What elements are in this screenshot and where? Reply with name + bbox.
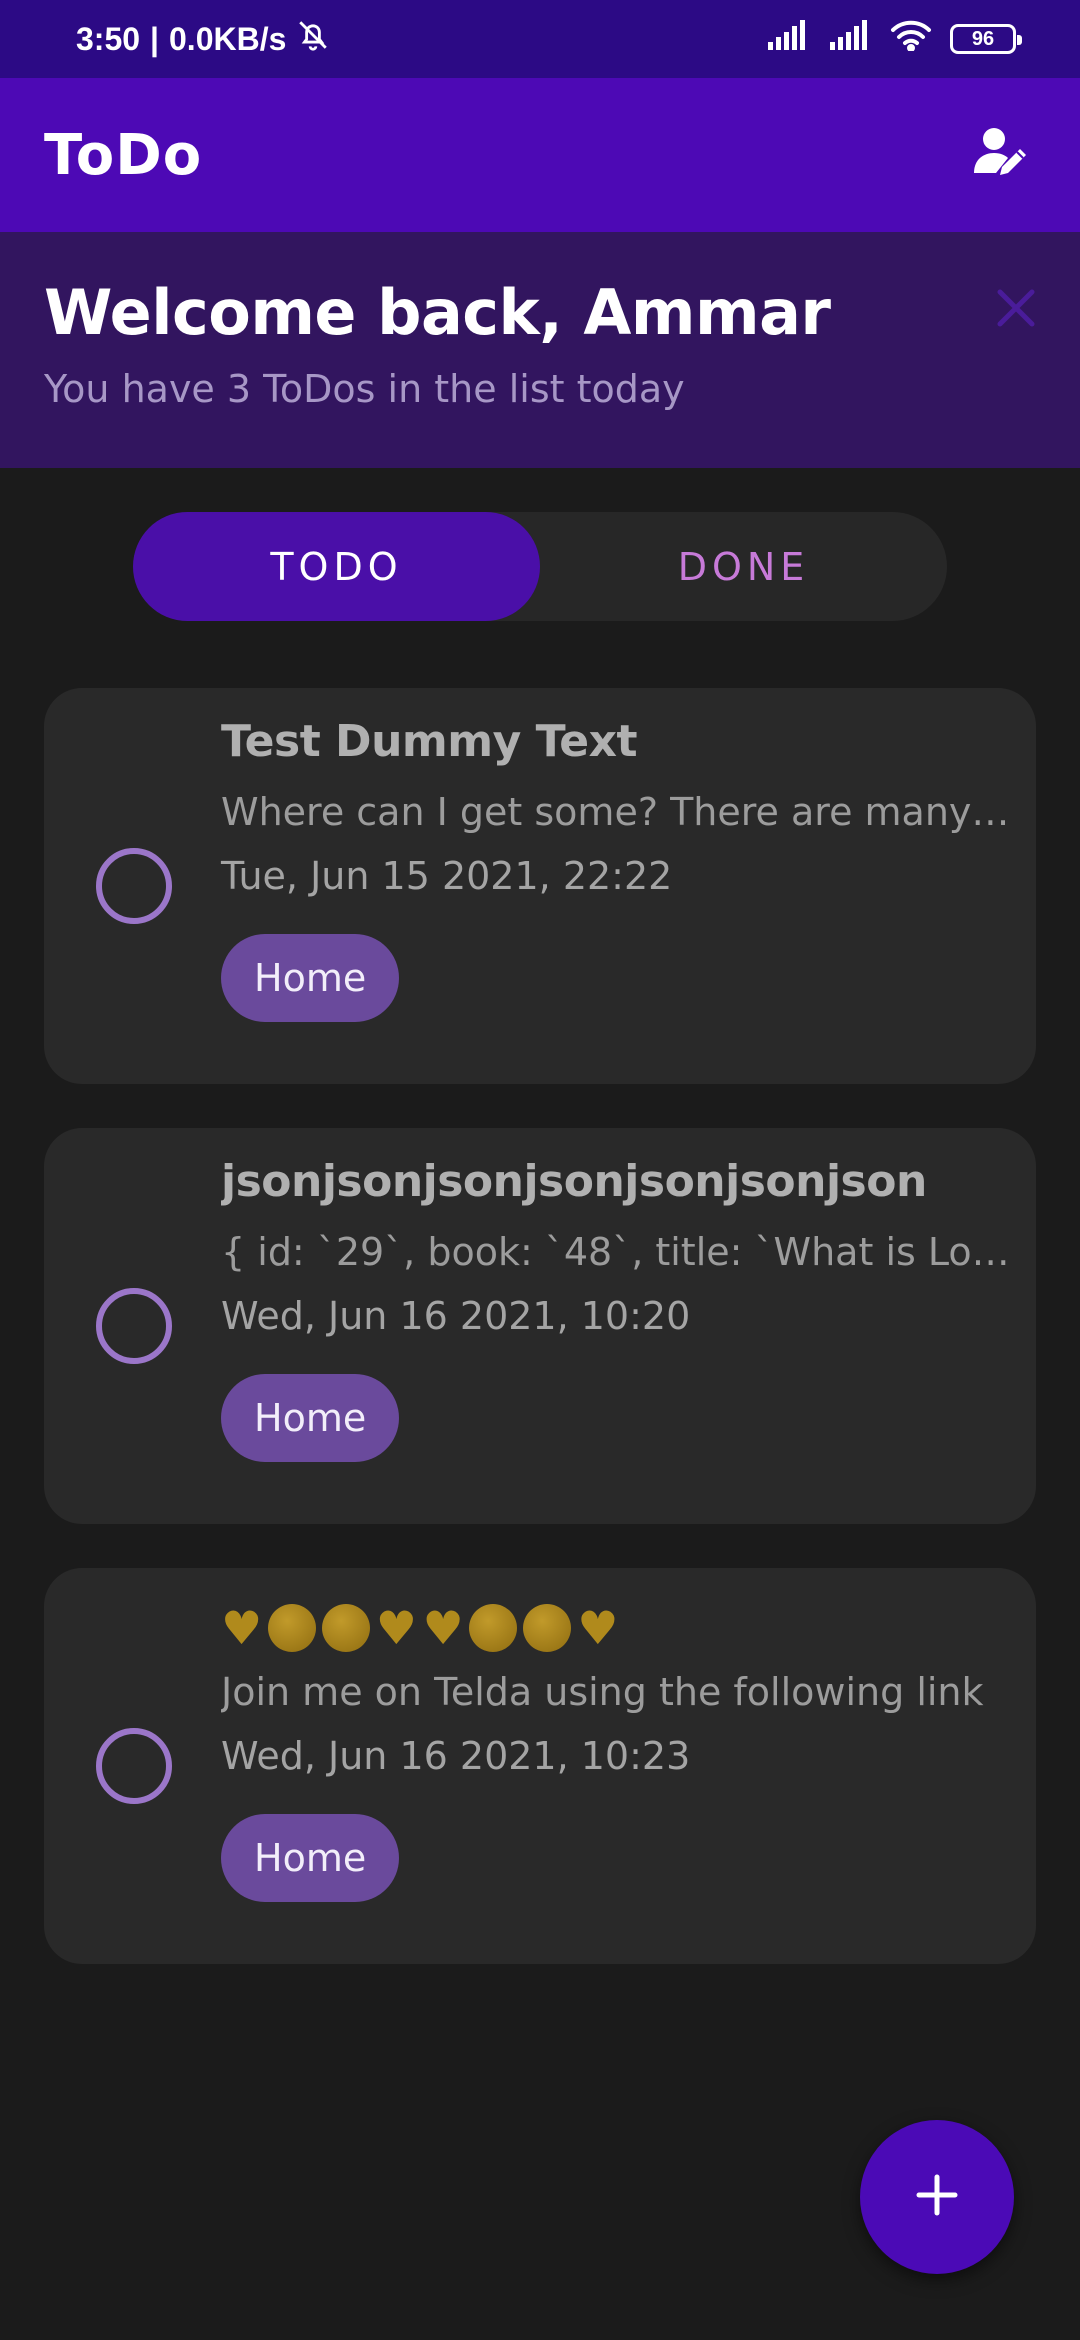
app-title: ToDo (44, 122, 203, 188)
todo-card-body: jsonjsonjsonjsonjsonjsonjson { id: `29`,… (221, 1156, 1021, 1462)
todo-card[interactable]: ♥ ♥ ♥ ♥ Join me on Telda using the follo… (44, 1568, 1036, 1964)
tag-chip[interactable]: Home (221, 1374, 400, 1462)
complete-checkbox[interactable] (96, 848, 172, 924)
bell-off-icon (296, 18, 330, 60)
close-icon (994, 286, 1038, 334)
todo-card-body: ♥ ♥ ♥ ♥ Join me on Telda using the follo… (221, 1596, 1021, 1902)
yellow-circle-icon (321, 1604, 370, 1652)
tab-done[interactable]: DONE (540, 512, 947, 621)
welcome-subtitle: You have 3 ToDos in the list today (44, 367, 685, 411)
battery-level: 96 (971, 27, 995, 50)
yellow-circle-icon (469, 1604, 518, 1652)
add-todo-button[interactable] (860, 2120, 1014, 2274)
tag-chip[interactable]: Home (221, 934, 400, 1022)
todo-title: jsonjsonjsonjsonjsonjsonjson (221, 1156, 927, 1207)
status-separator: | (150, 20, 159, 57)
welcome-title: Welcome back, Ammar (44, 276, 831, 349)
wifi-icon (890, 19, 932, 59)
tab-todo[interactable]: TODO (133, 512, 540, 621)
todo-card[interactable]: Test Dummy Text Where can I get some? Th… (44, 688, 1036, 1084)
todo-date: Wed, Jun 16 2021, 10:23 (221, 1734, 691, 1778)
yellow-heart-icon: ♥ (221, 1601, 262, 1655)
status-time: 3:50 (76, 20, 141, 57)
app-bar: ToDo (0, 78, 1080, 232)
battery-icon: 96 (950, 24, 1022, 54)
yellow-circle-icon (267, 1604, 316, 1652)
plus-icon (913, 2171, 961, 2223)
status-left: 3:50 | 0.0KB/s (76, 18, 330, 60)
todo-title: ♥ ♥ ♥ ♥ (221, 1596, 1021, 1660)
todo-description: Where can I get some? There are many var… (221, 790, 1021, 834)
complete-checkbox[interactable] (96, 1288, 172, 1364)
todo-date: Tue, Jun 15 2021, 22:22 (221, 854, 673, 898)
welcome-banner: Welcome back, Ammar You have 3 ToDos in … (0, 232, 1080, 468)
status-network-speed: 0.0KB/s (169, 20, 287, 57)
todo-done-toggle: TODO DONE (133, 512, 947, 621)
signal-icon (766, 20, 810, 58)
yellow-heart-icon: ♥ (577, 1601, 618, 1655)
todo-title: Test Dummy Text (221, 716, 638, 767)
user-edit-icon (970, 123, 1030, 187)
status-bar: 3:50 | 0.0KB/s 96 (0, 0, 1080, 78)
signal-icon (828, 20, 872, 58)
todo-date: Wed, Jun 16 2021, 10:20 (221, 1294, 691, 1338)
todo-description: { id: `29`, book: `48`, title: `What is … (221, 1230, 1021, 1274)
status-right: 96 (766, 19, 1022, 59)
dismiss-banner-button[interactable] (978, 272, 1054, 348)
todo-card[interactable]: jsonjsonjsonjsonjsonjsonjson { id: `29`,… (44, 1128, 1036, 1524)
complete-checkbox[interactable] (96, 1728, 172, 1804)
edit-profile-button[interactable] (964, 119, 1036, 191)
yellow-heart-icon: ♥ (375, 1601, 417, 1655)
todo-description: Join me on Telda using the following lin… (221, 1670, 984, 1714)
yellow-heart-icon: ♥ (422, 1601, 464, 1655)
tag-chip[interactable]: Home (221, 1814, 400, 1902)
yellow-circle-icon (523, 1604, 572, 1652)
todo-card-body: Test Dummy Text Where can I get some? Th… (221, 716, 1021, 1022)
